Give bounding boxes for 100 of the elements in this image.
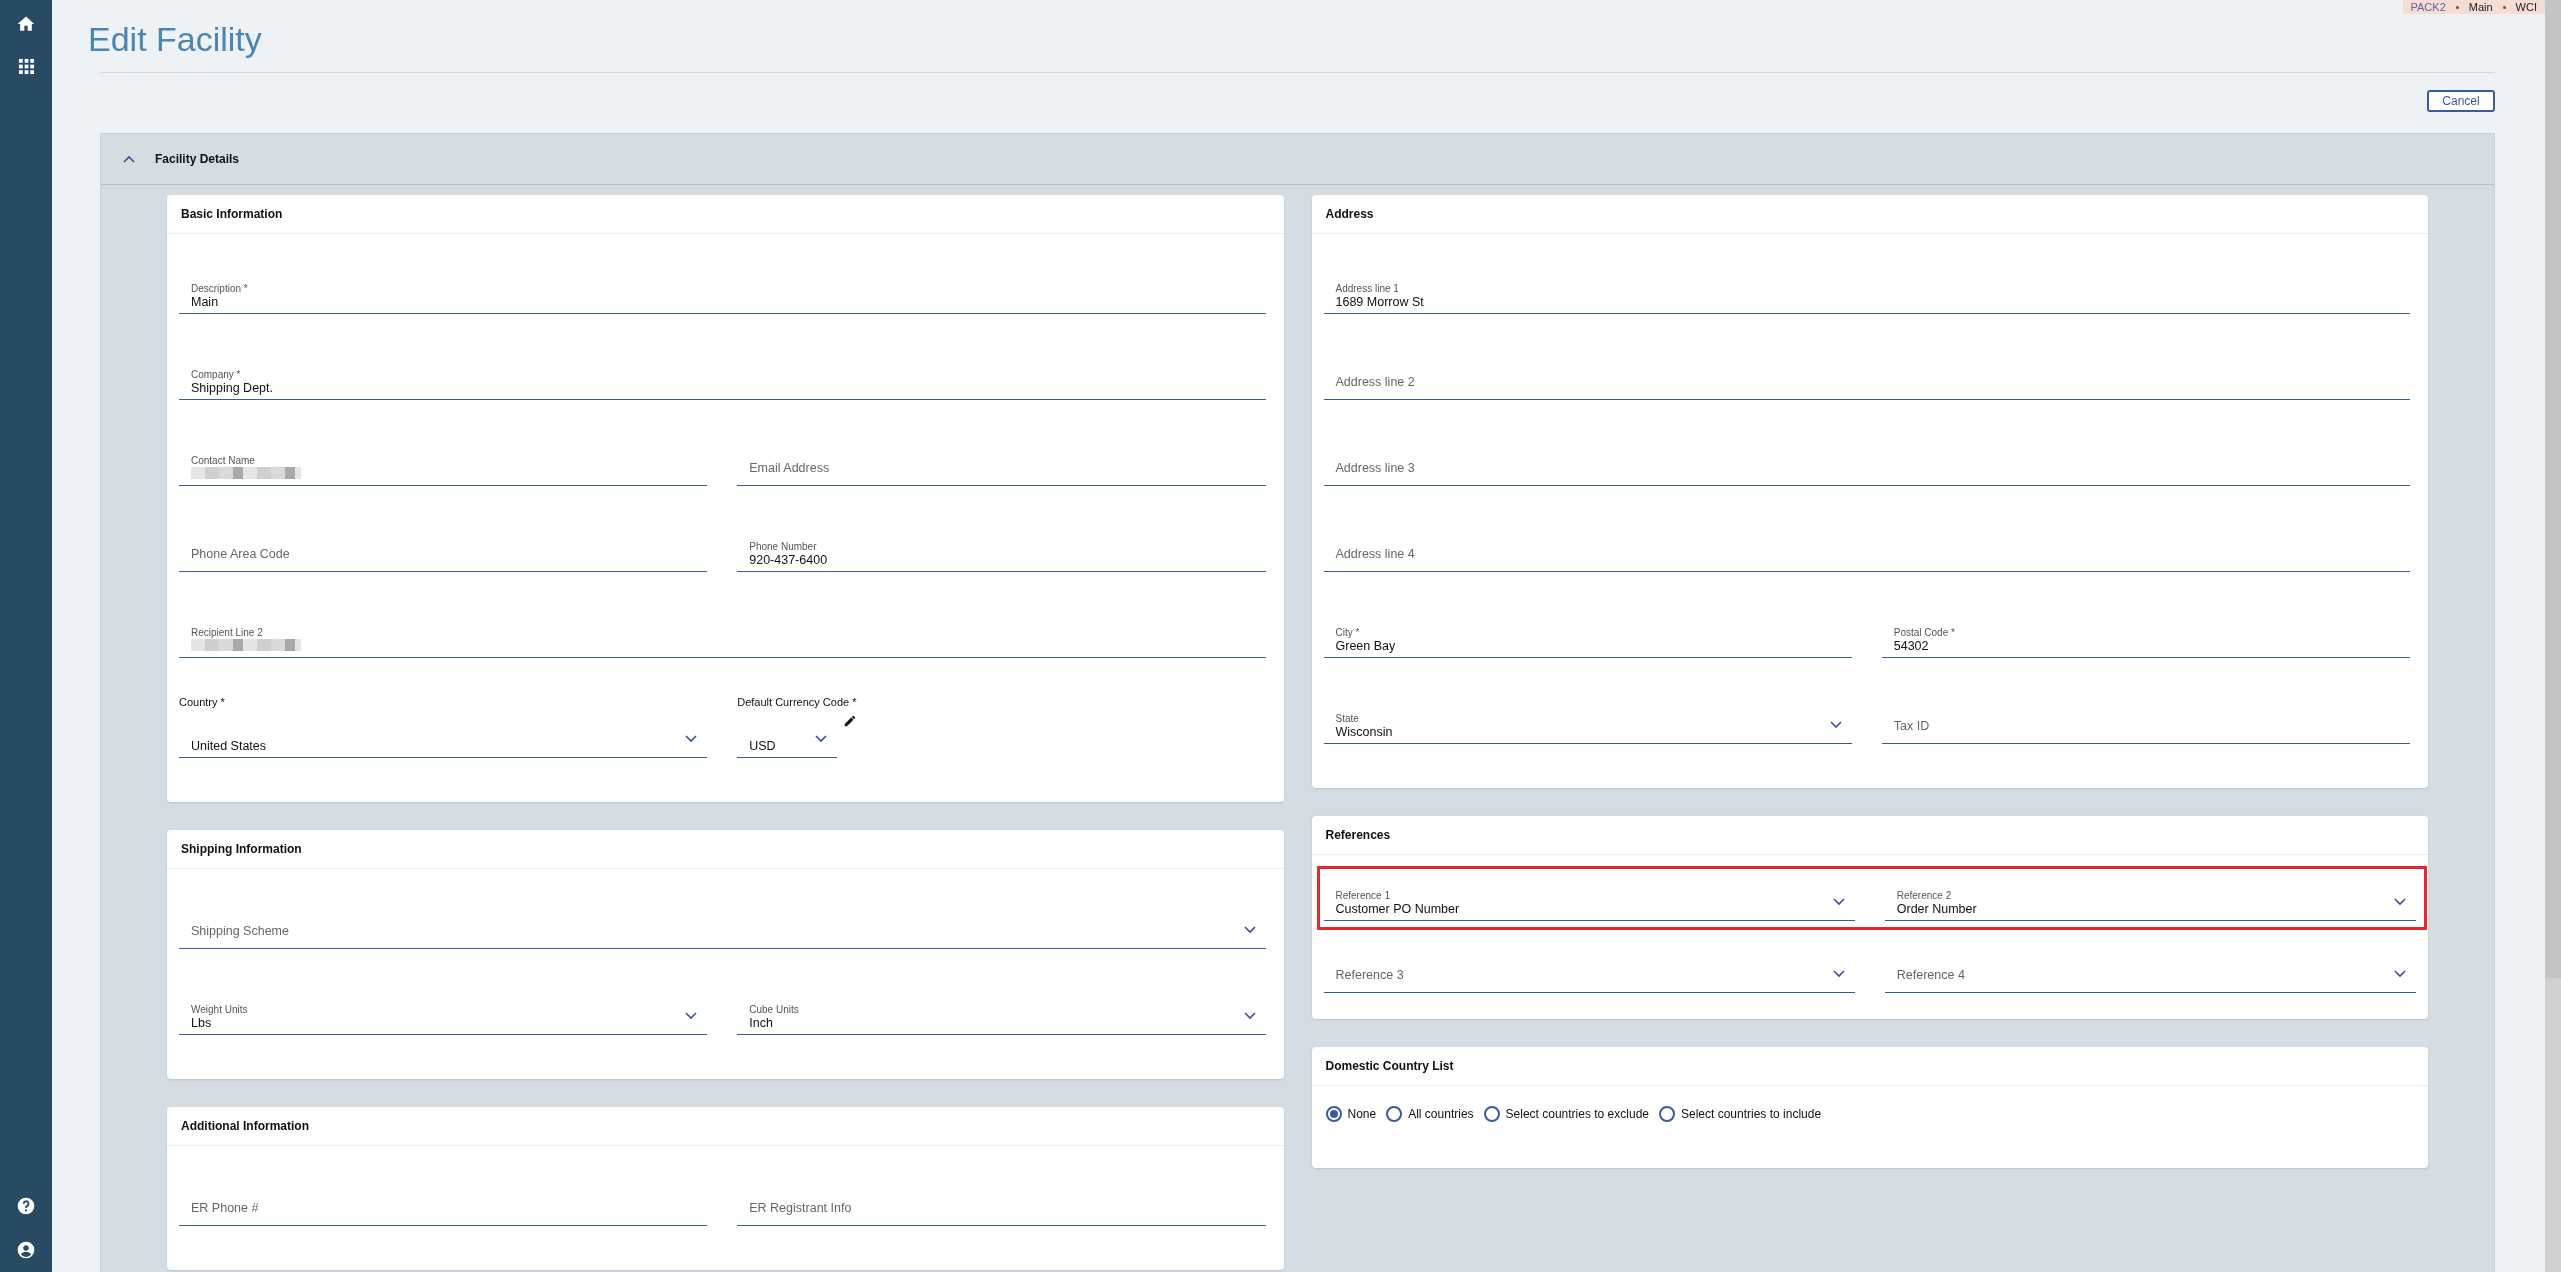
field-label: Country *: [179, 696, 225, 708]
cancel-button[interactable]: Cancel: [2427, 90, 2495, 112]
collapse-chevron-icon[interactable]: [123, 155, 135, 163]
card-title: Domestic Country List: [1325, 1059, 1454, 1073]
radio-option[interactable]: Select countries to exclude: [1483, 1106, 1649, 1122]
field-placeholder: Address line 3: [1335, 461, 1415, 477]
card-title: Additional Information: [181, 1119, 309, 1133]
dropdown-field[interactable]: State Wisconsin: [1323, 696, 1852, 744]
field-placeholder: Address line 4: [1335, 547, 1415, 563]
field-placeholder: Reference 3: [1335, 968, 1404, 984]
field-label: Recipient Line 2: [191, 627, 263, 638]
dropdown-field[interactable]: Reference 3: [1323, 945, 1855, 993]
field-label: Reference 1: [1335, 890, 1390, 901]
field-label: Phone Number: [749, 541, 817, 552]
field-placeholder: ER Phone #: [191, 1201, 259, 1217]
context-label: PACK2: [2410, 1, 2446, 13]
radio-option[interactable]: All countries: [1386, 1106, 1474, 1122]
field-placeholder: Shipping Scheme: [191, 924, 289, 940]
field-value: Wisconsin: [1335, 725, 1393, 739]
field-placeholder: ER Registrant Info: [749, 1201, 852, 1217]
card-title: Basic Information: [181, 207, 283, 221]
field-label: Cube Units: [749, 1004, 799, 1015]
input-field[interactable]: Address line 3: [1323, 438, 2410, 486]
input-field[interactable]: City * Green Bay: [1323, 610, 1852, 658]
input-field[interactable]: Description * Main: [179, 266, 1266, 314]
dropdown-field[interactable]: Cube Units Inch: [737, 987, 1266, 1035]
radio-button[interactable]: [1483, 1106, 1500, 1122]
field-label: Postal Code *: [1893, 627, 1955, 638]
field-label: Address line 1: [1335, 283, 1399, 294]
chevron-down-icon: [2394, 898, 2406, 906]
dropdown-field[interactable]: United States: [179, 722, 708, 758]
dropdown-field[interactable]: Reference 2 Order Number: [1884, 873, 2416, 921]
field-value: Lbs: [191, 1016, 212, 1030]
field-value: Green Bay: [1335, 639, 1396, 653]
chevron-down-icon: [1829, 721, 1842, 729]
field-value: 920-437-6400: [749, 553, 828, 567]
field-label: Contact Name: [191, 455, 255, 466]
input-field[interactable]: Recipient Line 2: [179, 610, 1266, 658]
help-icon[interactable]: [16, 1196, 36, 1216]
radio-button[interactable]: [1659, 1106, 1675, 1122]
page-title: Edit Facility: [88, 20, 262, 60]
field-value: Inch: [749, 1016, 773, 1030]
chevron-down-icon: [685, 1012, 698, 1020]
card-title: References: [1325, 828, 1391, 842]
input-field[interactable]: Tax ID: [1881, 696, 2410, 744]
input-field[interactable]: Postal Code * 54302: [1881, 610, 2410, 658]
apps-grid-icon[interactable]: [17, 58, 35, 75]
dropdown-field[interactable]: Weight Units Lbs: [179, 987, 708, 1035]
dropdown-field[interactable]: Reference 1 Customer PO Number: [1323, 873, 1855, 921]
input-field[interactable]: Address line 4: [1323, 524, 2410, 572]
chevron-down-icon: [1243, 1012, 1256, 1020]
input-field[interactable]: Phone Area Code: [179, 524, 708, 572]
field-value: Main: [191, 295, 219, 309]
chevron-down-icon: [2394, 970, 2406, 978]
input-field[interactable]: ER Phone #: [179, 1178, 708, 1226]
input-field[interactable]: Contact Name: [179, 438, 708, 486]
input-field[interactable]: Address line 2: [1323, 352, 2410, 400]
radio-button[interactable]: [1325, 1106, 1342, 1122]
chevron-down-icon: [685, 735, 698, 743]
account-icon[interactable]: [16, 1240, 36, 1260]
context-label: WCI: [2515, 1, 2537, 13]
field-label: Weight Units: [191, 1004, 248, 1015]
radio-option[interactable]: None: [1325, 1106, 1377, 1122]
dropdown-field[interactable]: USD: [737, 722, 838, 758]
home-icon[interactable]: [16, 14, 36, 34]
input-field[interactable]: ER Registrant Info: [737, 1178, 1266, 1226]
field-value: USD: [749, 739, 776, 753]
context-label: Main: [2468, 1, 2493, 13]
chevron-down-icon: [1832, 898, 1845, 906]
card-title: Shipping Information: [181, 842, 302, 856]
field-label: Default Currency Code *: [737, 696, 857, 708]
radio-option[interactable]: Select countries to include: [1659, 1106, 1822, 1122]
pencil-icon[interactable]: [843, 714, 858, 728]
input-field[interactable]: Phone Number 920-437-6400: [737, 524, 1266, 572]
chevron-down-icon: [1832, 970, 1845, 978]
field-value: 1689 Morrow St: [1335, 295, 1424, 309]
field-value: Order Number: [1896, 902, 1977, 916]
input-field[interactable]: Company * Shipping Dept.: [179, 352, 1266, 400]
panel-title[interactable]: Facility Details: [155, 152, 240, 166]
field-placeholder: Address line 2: [1335, 375, 1415, 391]
field-value: Customer PO Number: [1335, 902, 1460, 916]
field-label: State: [1335, 713, 1359, 724]
chevron-down-icon: [1243, 926, 1256, 934]
field-label: City *: [1335, 627, 1360, 638]
field-placeholder: Reference 4: [1896, 968, 1965, 984]
field-label: Description *: [191, 283, 248, 294]
scrollbar[interactable]: [2545, 0, 2561, 1272]
dropdown-field[interactable]: Reference 4: [1884, 945, 2416, 993]
field-placeholder: Phone Area Code: [191, 547, 290, 563]
field-label: Reference 2: [1896, 890, 1952, 901]
input-field[interactable]: Address line 1 1689 Morrow St: [1323, 266, 2410, 314]
field-placeholder: Email Address: [749, 461, 830, 477]
input-field[interactable]: Email Address: [737, 438, 1266, 486]
dropdown-field[interactable]: Shipping Scheme: [179, 901, 1266, 949]
field-placeholder: Tax ID: [1893, 719, 1930, 735]
field-label: Company *: [191, 369, 241, 380]
field-value: Shipping Dept.: [191, 381, 273, 395]
chevron-down-icon: [815, 735, 828, 743]
radio-button[interactable]: [1386, 1106, 1403, 1122]
field-value: 54302: [1893, 639, 1929, 653]
